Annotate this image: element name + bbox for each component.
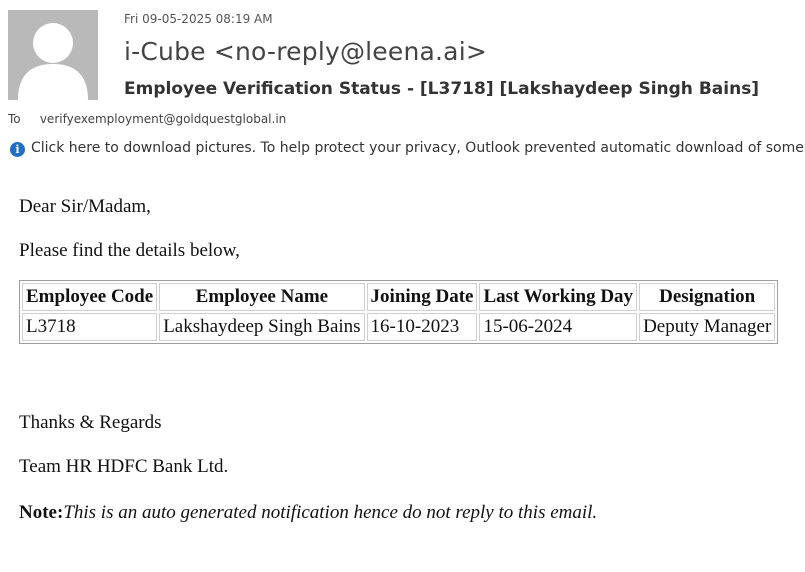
intro-text: Please find the details below, xyxy=(19,240,240,261)
cell-joining-date: 16-10-2023 xyxy=(366,313,478,341)
column-header: Employee Code xyxy=(22,283,158,311)
cell-employee-name: Lakshaydeep Singh Bains xyxy=(159,313,365,341)
to-label: To xyxy=(8,112,21,126)
info-icon: i xyxy=(10,142,25,157)
sender-name[interactable]: i-Cube <no-reply@leena.ai> xyxy=(124,37,487,66)
sender-avatar xyxy=(8,10,98,100)
column-header: Joining Date xyxy=(366,283,478,311)
details-table: Employee Code Employee Name Joining Date… xyxy=(19,280,779,344)
details-table-wrapper: Employee Code Employee Name Joining Date… xyxy=(19,280,805,344)
to-row: To verifyexemployment@goldquestglobal.in xyxy=(8,112,286,126)
column-header: Employee Name xyxy=(159,283,365,311)
cell-employee-code: L3718 xyxy=(22,313,158,341)
column-header: Last Working Day xyxy=(479,283,638,311)
person-placeholder-icon xyxy=(8,10,98,100)
message-body: Dear Sir/Madam, Please find the details … xyxy=(19,196,805,524)
note-text: This is an auto generated notification h… xyxy=(63,502,598,523)
greeting: Dear Sir/Madam, xyxy=(19,196,151,217)
recipient-address[interactable]: verifyexemployment@goldquestglobal.in xyxy=(40,112,286,126)
table-header-row: Employee Code Employee Name Joining Date… xyxy=(22,283,776,311)
closing-thanks: Thanks & Regards xyxy=(19,412,162,433)
info-bar-text[interactable]: Click here to download pictures. To help… xyxy=(31,140,805,156)
message-subject: Employee Verification Status - [L3718] [… xyxy=(124,79,760,99)
cell-designation: Deputy Manager xyxy=(639,313,776,341)
message-date: Fri 09-05-2025 08:19 AM xyxy=(124,12,273,26)
note-label: Note: xyxy=(19,502,64,523)
download-pictures-bar[interactable]: i Click here to download pictures. To hel… xyxy=(10,140,805,157)
signature-team: Team HR HDFC Bank Ltd. xyxy=(19,456,229,477)
column-header: Designation xyxy=(639,283,776,311)
cell-last-working-day: 15-06-2024 xyxy=(479,313,638,341)
table-row: L3718 Lakshaydeep Singh Bains 16-10-2023… xyxy=(22,313,776,341)
footer-note: Note:This is an auto generated notificat… xyxy=(19,502,805,524)
